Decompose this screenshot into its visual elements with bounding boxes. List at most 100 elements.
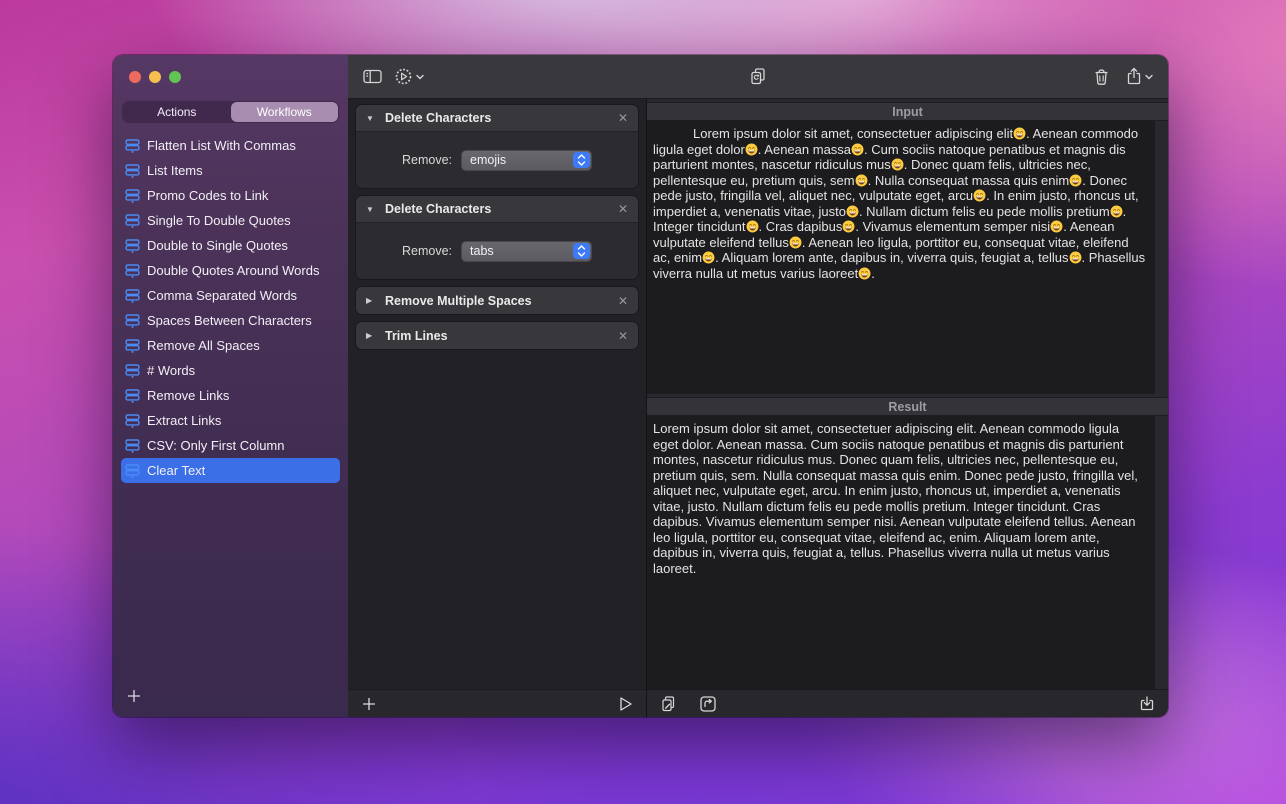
input-text-area[interactable]: Lorem ipsum dolor sit amet, consectetuer…	[647, 121, 1155, 394]
workflow-list-item[interactable]: Flatten List With Commas	[121, 133, 340, 158]
workflow-item-label: List Items	[147, 163, 203, 178]
workflow-list-item[interactable]: Double to Single Quotes	[121, 233, 340, 258]
grinning-face-emoji	[842, 220, 855, 233]
reuse-result-icon	[699, 695, 717, 713]
result-to-input-button[interactable]	[696, 692, 720, 716]
remove-type-dropdown[interactable]: emojis	[461, 150, 592, 171]
workflow-item-label: Comma Separated Words	[147, 288, 297, 303]
workflow-icon	[125, 238, 140, 254]
remove-type-dropdown[interactable]: tabs	[461, 241, 592, 262]
workflow-item-label: Single To Double Quotes	[147, 213, 291, 228]
workflow-item-label: Clear Text	[147, 463, 205, 478]
workflow-list-item[interactable]: Promo Codes to Link	[121, 183, 340, 208]
workflow-list-item[interactable]: Extract Links	[121, 408, 340, 433]
workflow-icon	[125, 413, 140, 429]
grinning-face-emoji	[973, 189, 986, 202]
result-text-area: Lorem ipsum dolor sit amet, consectetuer…	[647, 416, 1155, 689]
tab-actions[interactable]: Actions	[123, 102, 231, 122]
workflow-icon	[125, 363, 140, 379]
workflow-icon	[125, 288, 140, 304]
share-icon	[1126, 67, 1142, 86]
workflow-icon	[125, 388, 140, 404]
grinning-face-emoji	[1069, 251, 1082, 264]
action-card-delete-characters-1: ▼ Delete Characters ✕ Remove: emojis	[356, 105, 638, 188]
dropdown-value: emojis	[470, 153, 506, 167]
action-card-remove-multiple-spaces: ▶ Remove Multiple Spaces ✕	[356, 287, 638, 314]
remove-action-icon[interactable]: ✕	[618, 202, 628, 216]
grinning-face-emoji	[855, 174, 868, 187]
workflow-item-label: CSV: Only First Column	[147, 438, 285, 453]
grinning-face-emoji	[858, 267, 871, 280]
remove-action-icon[interactable]: ✕	[618, 294, 628, 308]
action-card-header[interactable]: ▶ Trim Lines ✕	[356, 322, 638, 349]
action-cards: ▼ Delete Characters ✕ Remove: emojis	[348, 99, 646, 689]
action-card-header[interactable]: ▼ Delete Characters ✕	[356, 105, 638, 132]
toggle-sidebar-button[interactable]	[360, 65, 385, 88]
workflow-list-item[interactable]: Spaces Between Characters	[121, 308, 340, 333]
workflow-list-item[interactable]: Clear Text	[121, 458, 340, 483]
share-button[interactable]	[1123, 64, 1156, 89]
action-card-header[interactable]: ▼ Delete Characters ✕	[356, 196, 638, 223]
io-panel: Input Lorem ipsum dolor sit amet, consec…	[647, 99, 1168, 717]
result-text: Lorem ipsum dolor sit amet, consectetuer…	[653, 421, 1147, 576]
workflow-item-label: Remove Links	[147, 388, 229, 403]
workflow-list-item[interactable]: Single To Double Quotes	[121, 208, 340, 233]
workflow-icon	[125, 188, 140, 204]
disclosure-open-icon[interactable]: ▼	[366, 114, 376, 123]
grinning-face-emoji	[846, 205, 859, 218]
workflow-icon	[125, 138, 140, 154]
workflow-list-item[interactable]: Double Quotes Around Words	[121, 258, 340, 283]
run-workflow-button[interactable]	[615, 693, 636, 715]
action-card-body: Remove: emojis	[356, 132, 638, 188]
grinning-face-emoji	[891, 158, 904, 171]
paste-clipboard-button[interactable]	[657, 692, 680, 716]
disclosure-closed-icon[interactable]: ▶	[366, 331, 376, 340]
workflow-item-label: Double to Single Quotes	[147, 238, 288, 253]
delete-workflow-button[interactable]	[1090, 65, 1113, 89]
action-card-trim-lines: ▶ Trim Lines ✕	[356, 322, 638, 349]
toolbar	[348, 55, 1168, 99]
action-card-title: Remove Multiple Spaces	[385, 294, 609, 308]
disclosure-open-icon[interactable]: ▼	[366, 205, 376, 214]
input-text: Lorem ipsum dolor sit amet, consectetuer…	[653, 126, 1147, 281]
input-header: Input	[647, 102, 1168, 121]
workflow-list-item[interactable]: List Items	[121, 158, 340, 183]
duplicate-workflow-button[interactable]	[746, 64, 770, 89]
workflow-item-label: Extract Links	[147, 413, 221, 428]
main-area: ▼ Delete Characters ✕ Remove: emojis	[348, 55, 1168, 717]
workflow-item-label: Promo Codes to Link	[147, 188, 268, 203]
zoom-window-button[interactable]	[169, 71, 181, 83]
workflow-list-item[interactable]: Remove All Spaces	[121, 333, 340, 358]
workflow-icon	[125, 438, 140, 454]
workflow-icon	[125, 313, 140, 329]
workflow-list-item[interactable]: CSV: Only First Column	[121, 433, 340, 458]
disclosure-closed-icon[interactable]: ▶	[366, 296, 376, 305]
minimize-window-button[interactable]	[149, 71, 161, 83]
workflow-item-label: Double Quotes Around Words	[147, 263, 319, 278]
remove-field-label: Remove:	[402, 153, 452, 167]
export-result-button[interactable]	[1136, 692, 1158, 715]
workflow-list-item[interactable]: # Words	[121, 358, 340, 383]
result-header: Result	[647, 397, 1168, 416]
workflow-item-label: # Words	[147, 363, 195, 378]
workflow-list-item[interactable]: Comma Separated Words	[121, 283, 340, 308]
run-options-button[interactable]	[391, 64, 427, 89]
workflow-item-label: Remove All Spaces	[147, 338, 260, 353]
action-card-header[interactable]: ▶ Remove Multiple Spaces ✕	[356, 287, 638, 314]
workflow-icon	[125, 463, 140, 479]
remove-action-icon[interactable]: ✕	[618, 329, 628, 343]
add-action-button[interactable]	[358, 693, 380, 715]
workflow-icon	[125, 213, 140, 229]
remove-action-icon[interactable]: ✕	[618, 111, 628, 125]
grinning-face-emoji	[702, 251, 715, 264]
workflow-list-item[interactable]: Remove Links	[121, 383, 340, 408]
close-window-button[interactable]	[129, 71, 141, 83]
add-workflow-button[interactable]	[123, 685, 145, 707]
content-area: ▼ Delete Characters ✕ Remove: emojis	[348, 99, 1168, 717]
sidebar-segmented-control: Actions Workflows	[122, 101, 339, 123]
workflow-item-label: Flatten List With Commas	[147, 138, 296, 153]
app-window: Actions Workflows Flatten List With Comm…	[113, 55, 1168, 717]
tab-workflows[interactable]: Workflows	[231, 102, 339, 122]
workflow-icon	[125, 338, 140, 354]
action-card-title: Delete Characters	[385, 202, 609, 216]
